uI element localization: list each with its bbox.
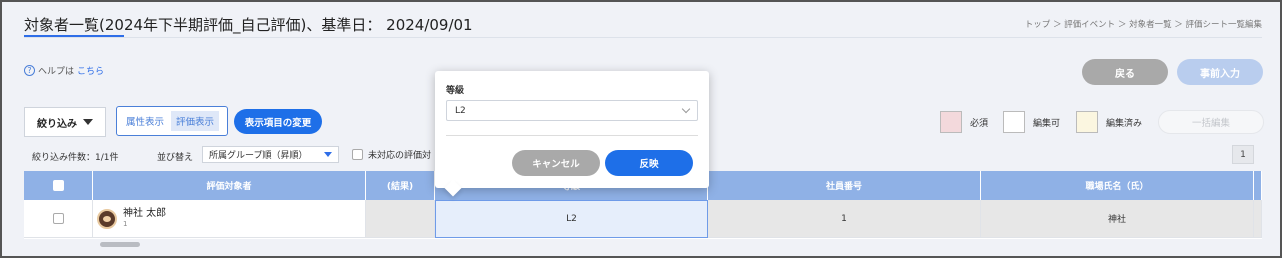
evaluatee-cell: 神社 太郎 1 xyxy=(93,200,366,238)
apply-button[interactable]: 反映 xyxy=(605,150,693,176)
table-row: 神社 太郎 1 L2 1 神社 xyxy=(24,200,1262,238)
grade-select[interactable]: L2 xyxy=(446,100,698,121)
unhandled-label: 未対応の評価対 xyxy=(368,151,432,161)
view-attr-tab[interactable]: 属性表示 xyxy=(121,111,169,131)
question-circle-icon: ? xyxy=(24,65,35,76)
col-result[interactable]: (結果) xyxy=(366,171,435,200)
required-label: 必須 xyxy=(970,118,989,129)
select-all-checkbox[interactable] xyxy=(52,180,64,191)
avatar xyxy=(97,208,117,229)
grade-select-value: L2 xyxy=(455,105,466,116)
filter-count: 絞り込み件数：1/1件 xyxy=(32,153,119,163)
col-evaluatee[interactable]: 評価対象者 xyxy=(93,171,366,200)
change-columns-button[interactable]: 表示項目の変更 xyxy=(234,109,322,134)
help-link[interactable]: こちら xyxy=(77,64,104,77)
name-cell: 神社 xyxy=(981,200,1254,238)
row-select-cell xyxy=(24,200,93,238)
page-frame: 対象者一覧(2024年下半期評価_自己評価)、基準日： 2024/09/01 ト… xyxy=(0,0,1282,258)
help-prefix: ヘルプは xyxy=(38,67,75,77)
sort-select[interactable]: 所属グループ順（昇順） xyxy=(202,146,339,163)
chevron-down-icon xyxy=(681,104,691,114)
help-text: ? ヘルプは こちら xyxy=(24,64,104,77)
back-button[interactable]: 戻る xyxy=(1082,59,1168,85)
col-name[interactable]: 職場氏名（氏） xyxy=(981,171,1254,200)
result-cell xyxy=(366,200,435,238)
sort-value: 所属グループ順（昇順） xyxy=(209,151,308,161)
pre-input-button[interactable]: 事前入力 xyxy=(1177,59,1263,85)
employee-no-cell: 1 xyxy=(708,200,981,238)
cancel-button[interactable]: キャンセル xyxy=(512,150,600,176)
col-next xyxy=(1254,171,1262,200)
grade-edit-popup: 等級 L2 キャンセル 反映 xyxy=(435,71,709,197)
editable-label: 編集可 xyxy=(1033,118,1061,129)
title-divider xyxy=(24,37,1262,38)
required-swatch xyxy=(940,111,962,133)
row-checkbox[interactable] xyxy=(52,213,64,224)
popup-label: 等級 xyxy=(446,86,465,96)
col-employee-no[interactable]: 社員番号 xyxy=(708,171,981,200)
caret-down-icon xyxy=(324,152,332,157)
editable-swatch xyxy=(1003,111,1025,133)
view-toggle: 属性表示 評価表示 xyxy=(116,106,228,136)
legend-editable: 編集可 xyxy=(1003,111,1060,133)
evaluatee-id: 1 xyxy=(123,220,128,228)
filter-button[interactable]: 絞り込み xyxy=(24,107,106,137)
select-all-header xyxy=(24,171,93,200)
breadcrumb[interactable]: トップ ＞ 評価イベント ＞ 対象者一覧 ＞ 評価シート一覧編集 xyxy=(1025,18,1262,30)
unhandled-checkbox[interactable] xyxy=(352,149,363,160)
funnel-icon xyxy=(83,119,93,125)
edited-label: 編集済み xyxy=(1106,118,1143,129)
legend-edited: 編集済み xyxy=(1076,111,1142,133)
popup-divider xyxy=(446,135,698,136)
page-title: 対象者一覧(2024年下半期評価_自己評価)、基準日： 2024/09/01 xyxy=(24,16,473,34)
evaluatee-name: 神社 太郎 xyxy=(123,208,167,219)
grade-cell[interactable]: L2 xyxy=(435,200,708,238)
filter-label: 絞り込み xyxy=(37,118,77,130)
unhandled-filter[interactable]: 未対応の評価対 xyxy=(352,148,431,161)
page-number[interactable]: 1 xyxy=(1232,145,1254,164)
sort-label: 並び替え xyxy=(157,153,194,163)
legend-required: 必須 xyxy=(940,111,988,133)
edited-swatch xyxy=(1076,111,1098,133)
bulk-edit-button[interactable]: 一括編集 xyxy=(1158,110,1264,134)
horizontal-scrollbar[interactable] xyxy=(100,242,140,247)
view-eval-tab[interactable]: 評価表示 xyxy=(171,111,220,131)
next-cell xyxy=(1254,200,1262,238)
